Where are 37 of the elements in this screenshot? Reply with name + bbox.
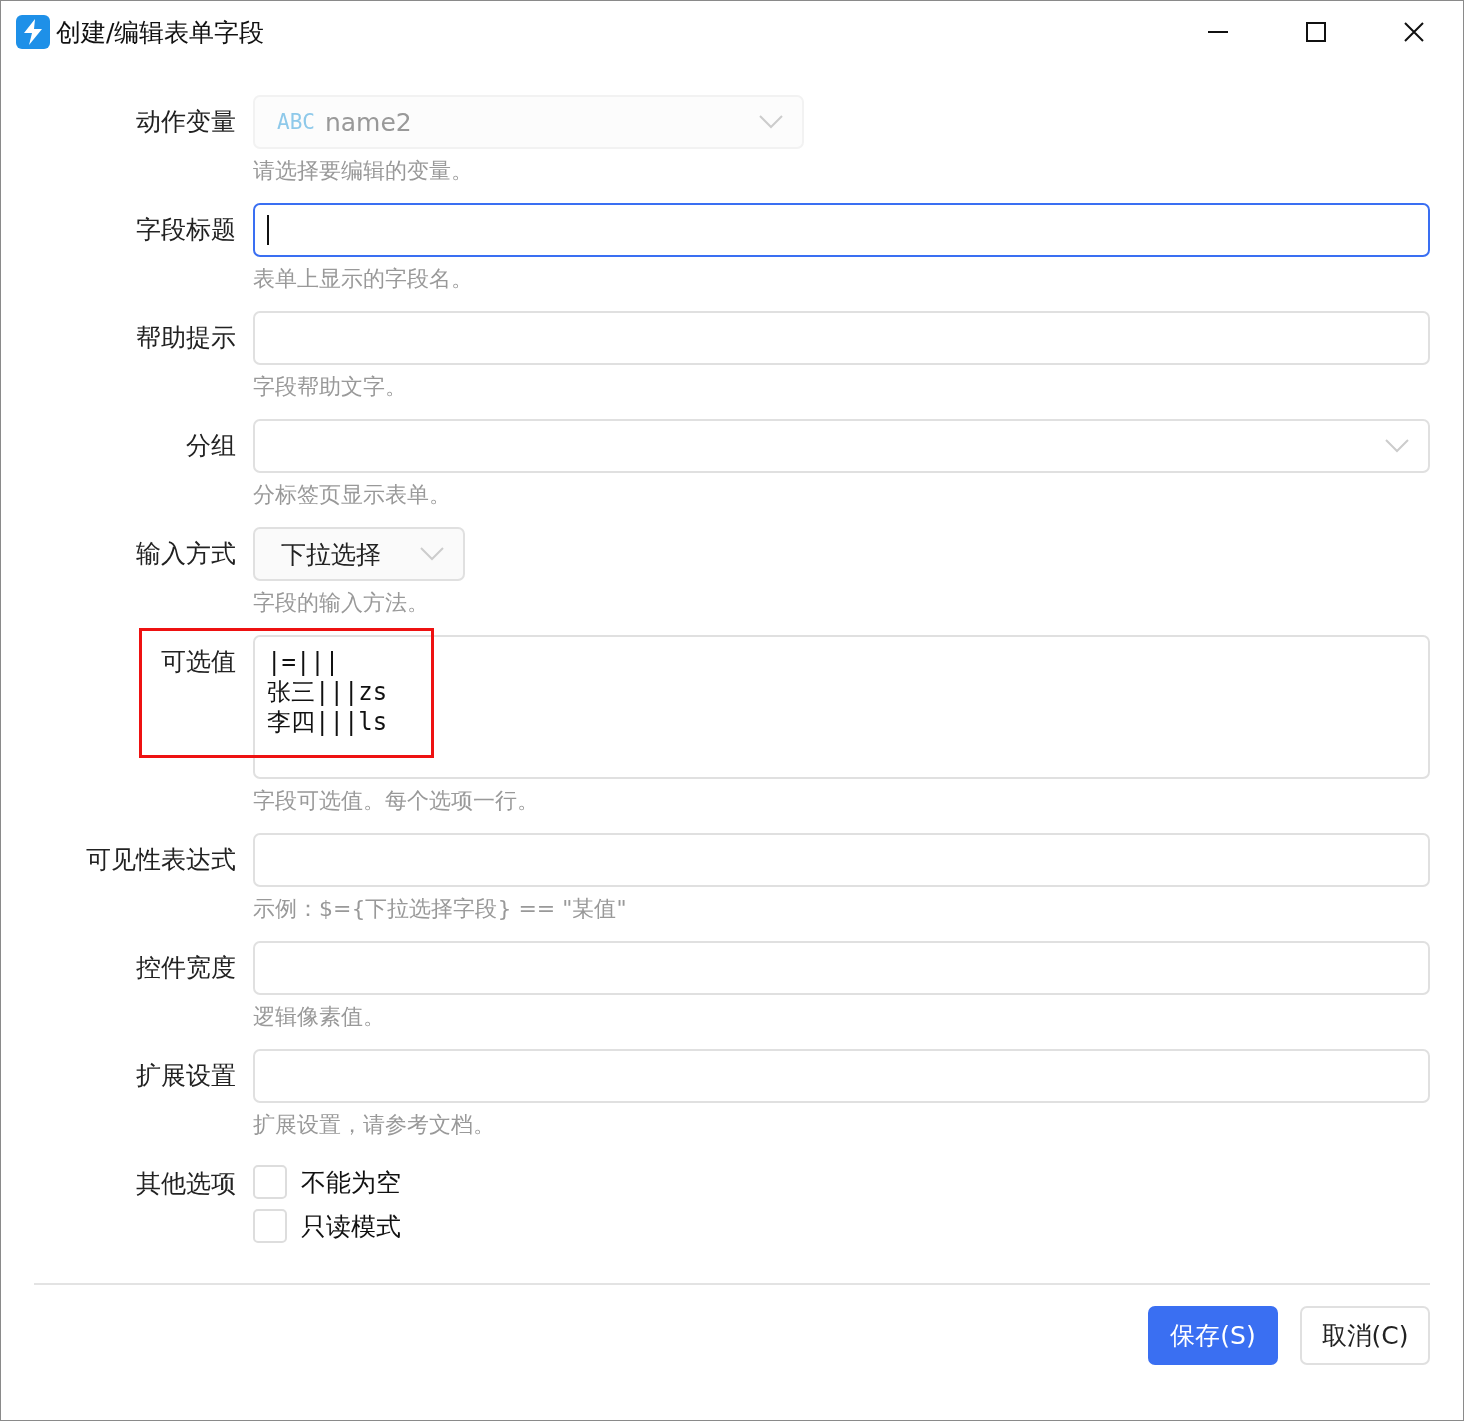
field-label: 扩展设置: [135, 1060, 236, 1092]
input-field[interactable]: [253, 203, 1430, 257]
field-hint: 示例：$={下拉选择字段} == "某值": [253, 895, 628, 923]
save-button[interactable]: 保存(S): [1148, 1306, 1278, 1365]
app-logo-icon: [16, 15, 50, 49]
field-label: 帮助提示: [135, 322, 236, 354]
field-label: 控件宽度: [135, 952, 236, 984]
field-hint: 请选择要编辑的变量。: [253, 157, 474, 185]
close-icon[interactable]: [1402, 20, 1426, 44]
field-label: 字段标题: [135, 214, 236, 246]
checkbox[interactable]: [253, 1165, 287, 1199]
type-label: ABC: [277, 110, 315, 134]
checkbox-label: 不能为空: [301, 1166, 401, 1199]
field-hint: 字段可选值。每个选项一行。: [253, 787, 540, 815]
field-label: 可见性表达式: [85, 844, 236, 876]
window-title: 创建/编辑表单字段: [56, 16, 265, 49]
select-field[interactable]: [253, 419, 1430, 473]
field-label: 输入方式: [135, 538, 236, 570]
field-hint: 字段的输入方法。: [253, 589, 430, 617]
select-field[interactable]: 下拉选择: [253, 527, 465, 581]
caret-icon: [419, 546, 445, 562]
field-hint: 字段帮助文字。: [253, 373, 408, 401]
field-label: 其他选项: [135, 1168, 236, 1200]
field-hint: 分标签页显示表单。: [253, 481, 452, 509]
text-area[interactable]: |=||| 张三|||zs 李四|||ls: [253, 635, 1430, 779]
maximize-icon[interactable]: [1304, 20, 1328, 44]
checkbox-label: 只读模式: [301, 1210, 401, 1243]
field-label: 动作变量: [135, 106, 236, 138]
cancel-button[interactable]: 取消(C): [1300, 1306, 1430, 1365]
field-label: 可选值: [160, 646, 236, 678]
caret-icon: [1384, 438, 1410, 454]
field-hint: 扩展设置，请参考文档。: [253, 1111, 496, 1139]
field-hint: 逻辑像素值。: [253, 1003, 386, 1031]
checkbox[interactable]: [253, 1209, 287, 1243]
field-label: 分组: [185, 430, 236, 462]
field-hint: 表单上显示的字段名。: [253, 265, 474, 293]
caret-icon: [758, 114, 784, 130]
